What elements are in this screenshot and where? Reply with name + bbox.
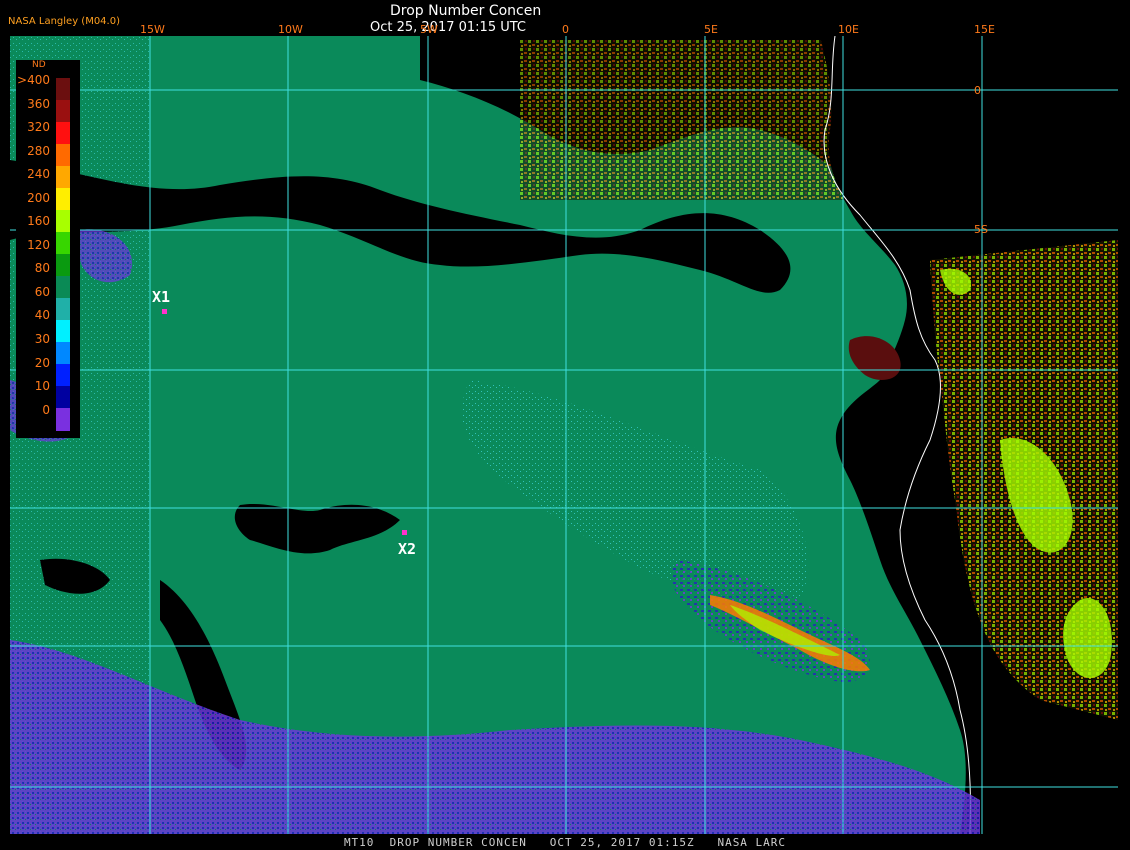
data-source-label: NASA Langley (M04.0) — [8, 16, 120, 27]
legend-swatch — [56, 232, 70, 255]
legend-label: 240 — [27, 167, 50, 182]
map-datetime: Oct 25, 2017 01:15 UTC — [370, 20, 526, 35]
legend-label: 120 — [27, 237, 50, 252]
lon-label-0: 0 — [562, 23, 569, 36]
legend-swatch — [56, 100, 70, 123]
legend-swatch — [56, 188, 70, 211]
lon-label-10w: 10W — [278, 23, 303, 36]
legend-swatch — [56, 364, 70, 387]
legend-label: 360 — [27, 96, 50, 111]
lat-label-0: 0 — [974, 84, 981, 97]
legend-label: 280 — [27, 143, 50, 158]
lon-label-15e: 15E — [974, 23, 995, 36]
legend-label: 200 — [27, 190, 50, 205]
legend-label: 80 — [34, 261, 50, 276]
legend-swatch — [56, 122, 70, 145]
footer-caption: MT10 DROP NUMBER CONCEN OCT 25, 2017 01:… — [343, 836, 787, 849]
legend-swatch — [56, 298, 70, 321]
legend-swatch — [56, 210, 70, 233]
satellite-map-window: NASA Langley (M04.0) Drop Number Concen … — [0, 0, 1130, 850]
marker-x1-point[interactable] — [162, 309, 167, 314]
legend-label: 0 — [42, 402, 50, 417]
legend-label: 160 — [27, 214, 50, 229]
color-legend: ND >400 360 320 280 240 200 160 120 80 60 40 30 20 10… — [16, 60, 80, 438]
legend-label: >400 — [17, 73, 50, 87]
marker-x2-label: X2 — [398, 540, 417, 558]
legend-swatch — [56, 386, 70, 409]
legend-title: ND — [32, 60, 46, 70]
marker-x2-point[interactable] — [402, 530, 407, 535]
legend-swatch — [56, 320, 70, 343]
legend-swatch — [56, 144, 70, 167]
legend-label: 40 — [34, 308, 50, 323]
map-title: Drop Number Concen — [390, 3, 542, 19]
lon-label-10e: 10E — [838, 23, 859, 36]
legend-swatch — [56, 408, 70, 431]
legend-label: 20 — [34, 355, 50, 370]
legend-label: 60 — [34, 284, 50, 299]
marker-x1-label: X1 — [152, 288, 171, 306]
drop-number-map[interactable] — [0, 0, 1130, 850]
legend-swatch — [56, 276, 70, 299]
legend-label: 30 — [34, 331, 50, 346]
legend-swatch — [56, 78, 70, 101]
legend-swatch — [56, 254, 70, 277]
lon-label-15w: 15W — [140, 23, 165, 36]
legend-swatch — [56, 342, 70, 365]
lat-label-5s: 5S — [974, 223, 988, 236]
legend-label: 320 — [27, 120, 50, 135]
legend-label: 10 — [34, 379, 50, 394]
lon-label-5w: 5W — [420, 23, 438, 36]
lon-label-5e: 5E — [704, 23, 718, 36]
legend-swatch — [56, 166, 70, 189]
